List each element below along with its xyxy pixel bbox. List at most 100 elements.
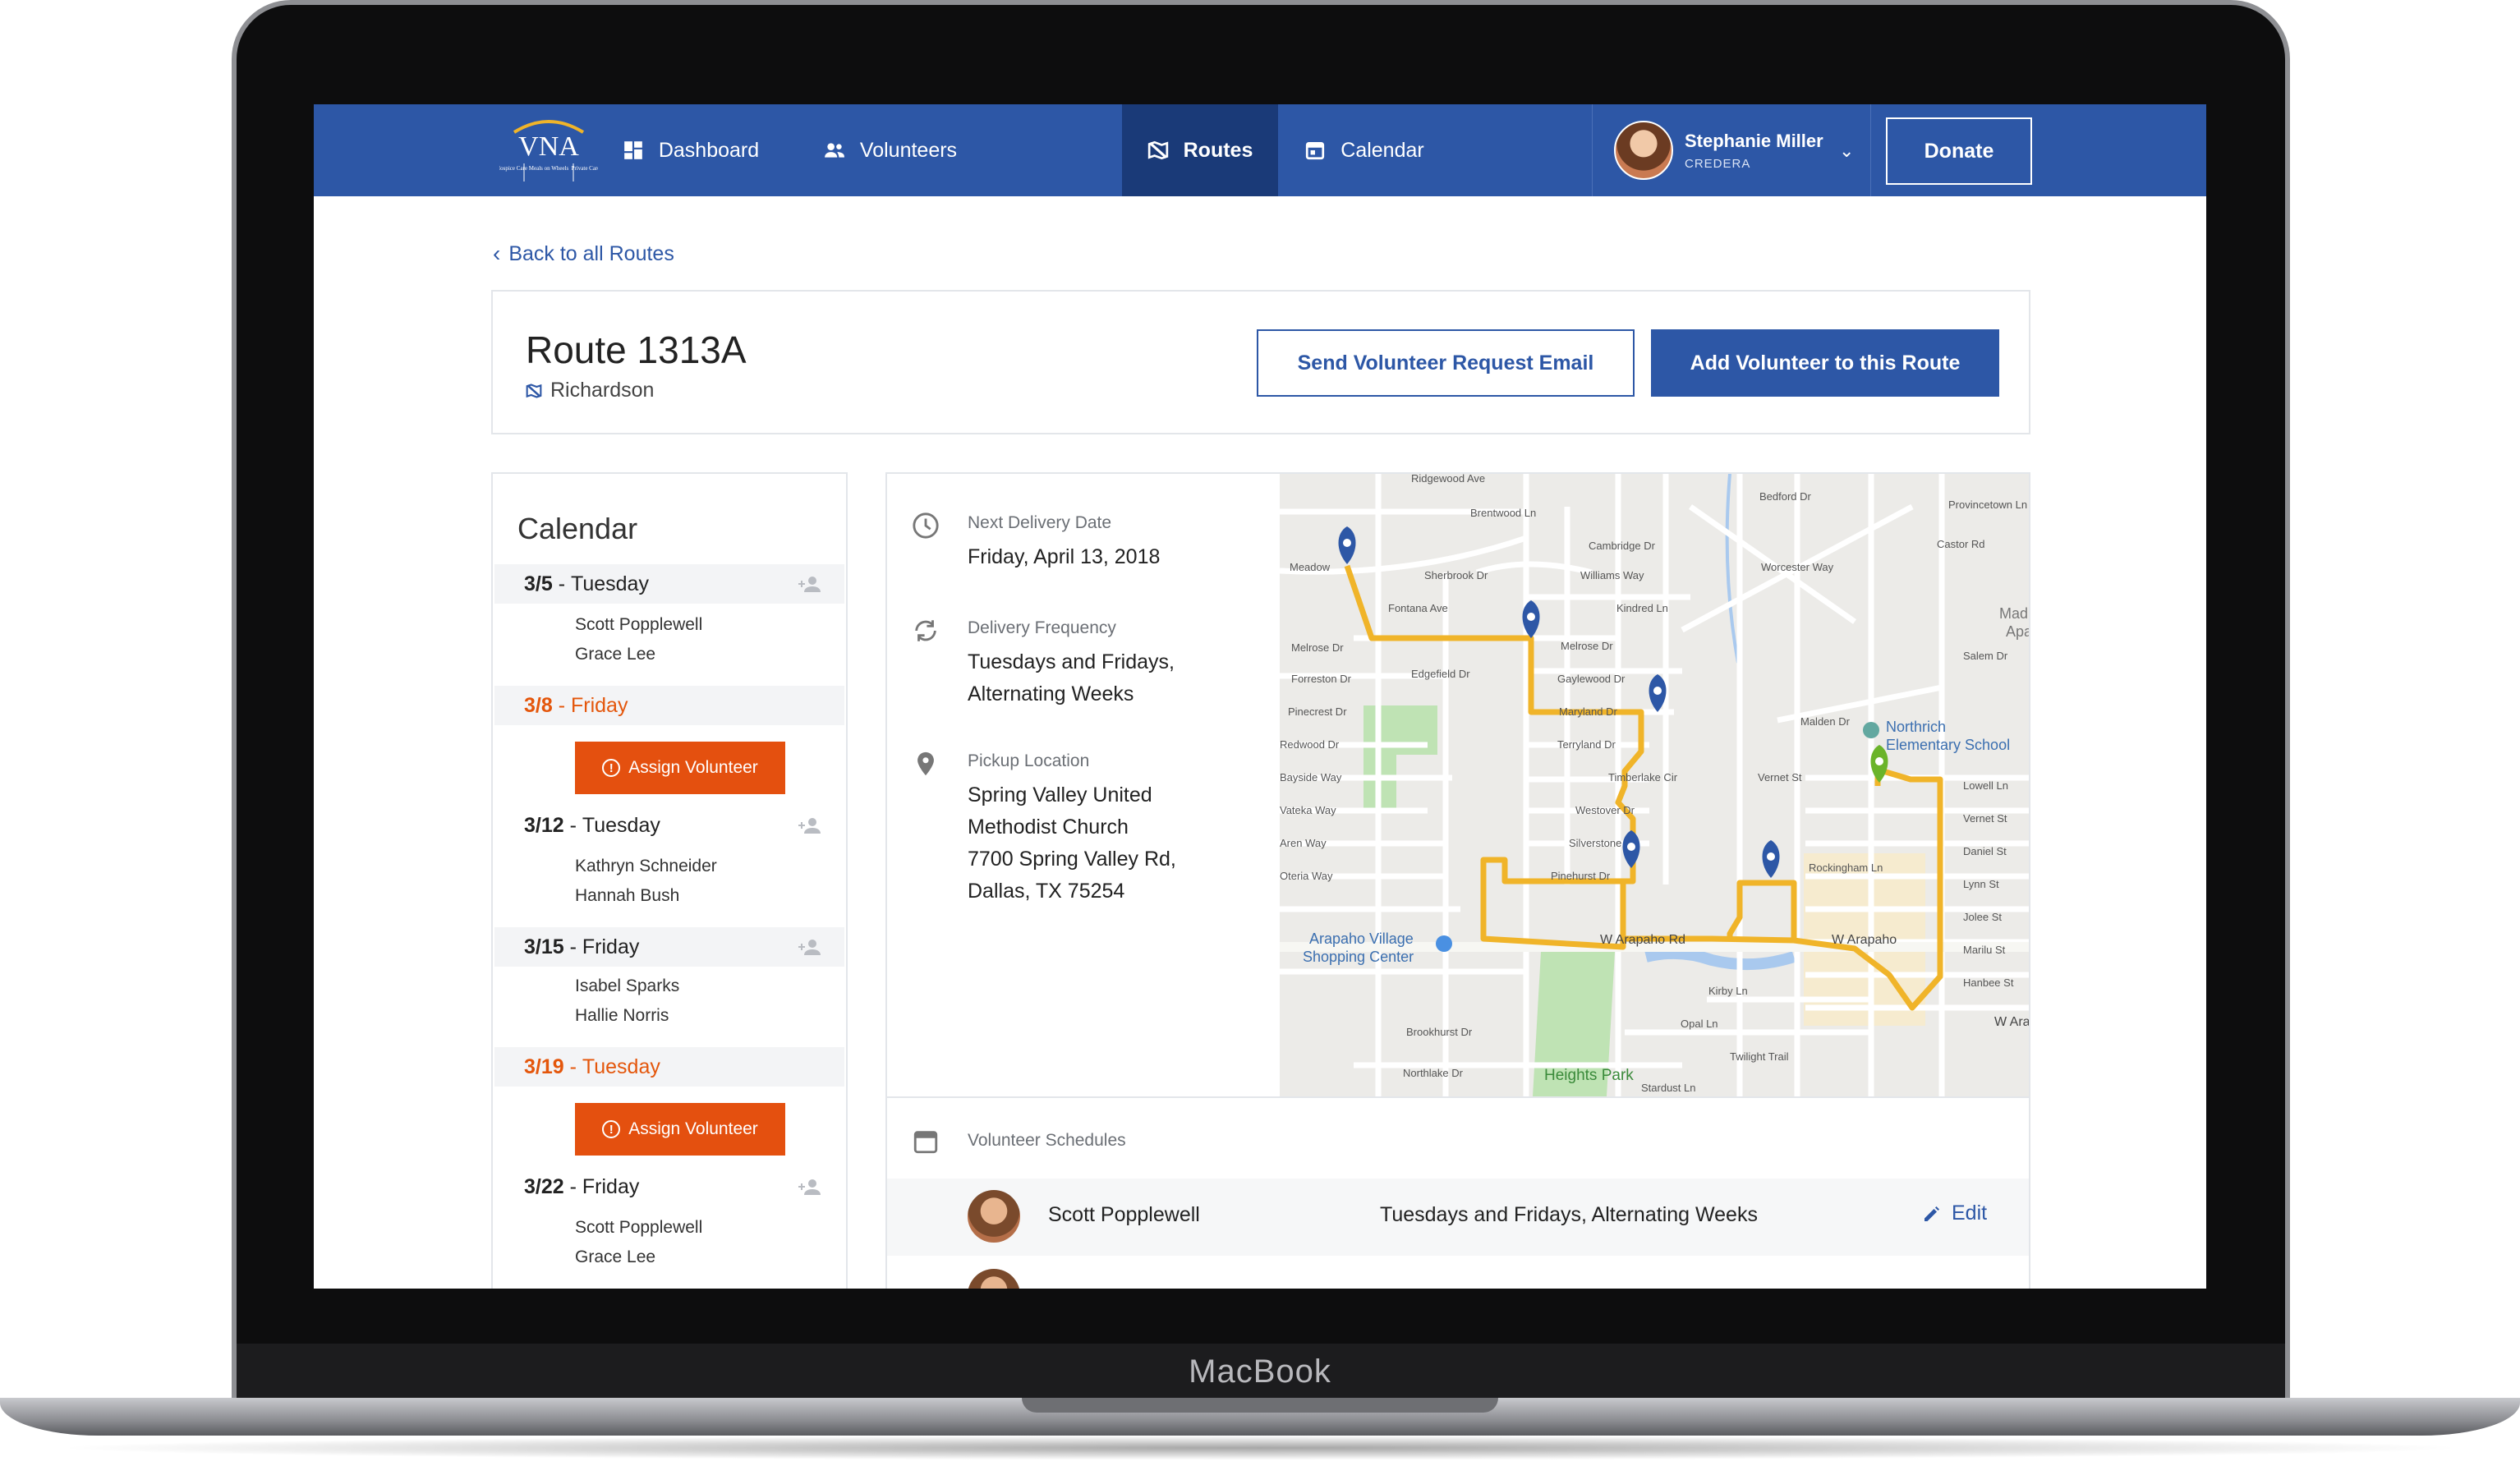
delivery-frequency-line: Tuesdays and Fridays, [968,650,1175,673]
poi-label: Arapaho Village [1309,930,1414,947]
user-avatar [1614,121,1673,180]
pickup-location-line: Methodist Church [968,816,1129,839]
dashboard-icon [624,141,642,159]
calendar-date-row-unassigned[interactable]: 3/8 - Friday [494,686,844,725]
user-name: Stephanie Miller [1685,131,1823,151]
street-label: Northlake Dr [1403,1067,1464,1079]
calendar-date: 3/19 [524,1055,564,1078]
assign-volunteer-label: Assign Volunteer [628,758,758,777]
nav-routes[interactable]: Routes [1122,104,1278,196]
laptop-shadow [49,1436,2471,1460]
street-label: Twilight Trail [1730,1050,1789,1063]
clock-icon [913,512,939,539]
calendar-panel: Calendar 3/5 - Tuesday Scott Popplewell … [491,472,848,1289]
calendar-date: 3/22 [524,1174,564,1198]
calendar-date: 3/15 [524,935,564,958]
calendar-volunteer-name: Scott Popplewell [575,615,703,634]
nav-dashboard-label: Dashboard [658,138,760,162]
vna-logo[interactable]: VNA Hospice Care Meals on Wheels Private… [496,114,600,188]
street-label: Malden Dr [1800,715,1851,728]
street-label: Rockingham Ln [1809,862,1883,874]
calendar-volunteer-name: Grace Lee [575,1248,656,1266]
map-icon [526,383,542,398]
calendar-volunteer-name: Hallie Norris [575,1006,669,1025]
street-label: Lynn St [1963,878,1999,890]
delivery-frequency-label: Delivery Frequency [968,618,1116,637]
assign-volunteer-button[interactable]: ! Assign Volunteer [575,742,785,794]
street-label: Bedford Dr [1759,490,1812,503]
calendar-date-row[interactable]: 3/5 - Tuesday [494,564,844,604]
donate-button[interactable]: Donate [1886,117,2032,185]
calendar-day: Friday [570,693,628,717]
nav-volunteers[interactable]: Volunteers [785,104,996,196]
route-area-label: Richardson [550,379,655,402]
next-delivery-label: Next Delivery Date [968,513,1112,532]
refresh-icon [915,620,936,641]
street-label: Ridgewood Ave [1411,474,1485,485]
street-label: Vernet St [1963,812,2007,825]
nav-calendar[interactable]: Calendar [1278,104,1451,196]
back-to-routes-link[interactable]: ‹ Back to all Routes [493,241,674,267]
street-label: Worcester Way [1761,561,1834,573]
people-icon [825,143,844,158]
pickup-location-line: Spring Valley United [968,783,1152,806]
nav-dashboard[interactable]: Dashboard [596,104,785,196]
nav-calendar-label: Calendar [1340,138,1424,162]
street-label: Hanbee St [1963,976,2014,989]
poi-icon [1863,722,1879,738]
street-label: Oteria Way [1280,870,1333,882]
calendar-day: Tuesday [582,813,660,837]
calendar-volunteer-name: Scott Popplewell [575,1218,703,1237]
calendar-day: Friday [582,1174,640,1198]
add-volunteer-to-route-button[interactable]: Add Volunteer to this Route [1651,329,1999,397]
calendar-date-row[interactable]: 3/15 - Friday [494,927,844,967]
volunteer-schedules-title: Volunteer Schedules [968,1131,1126,1150]
street-label: Brentwood Ln [1470,507,1536,519]
add-person-icon[interactable] [797,1177,821,1197]
street-label: Melrose Dr [1291,641,1344,654]
alert-icon: ! [602,1120,621,1138]
poi-icon [1436,935,1452,952]
schedule-volunteer-name: Scott Popplewell [1048,1203,1200,1226]
volunteer-schedule-row[interactable]: Scott Popplewell Tuesdays and Fridays, A… [887,1179,2029,1256]
calendar-date-row[interactable]: 3/22 - Friday [494,1167,844,1206]
send-volunteer-request-email-button[interactable]: Send Volunteer Request Email [1257,329,1635,397]
poi-label: Northrich [1886,719,1946,735]
calendar-date-row[interactable]: 3/12 - Tuesday [494,806,844,845]
calendar-date-row-unassigned[interactable]: 3/19 - Tuesday [494,1047,844,1087]
assign-volunteer-button[interactable]: ! Assign Volunteer [575,1103,785,1156]
street-label: Aren Way [1280,837,1327,849]
assign-volunteer-label: Assign Volunteer [628,1119,758,1138]
poi-label: Elementary School [1886,737,2010,753]
street-label: Pinehurst Dr [1551,870,1611,882]
street-label: Lowell Ln [1963,779,2008,792]
street-label: Stardust Ln [1641,1082,1696,1094]
add-person-icon[interactable] [797,937,821,957]
nav-routes-label: Routes [1183,138,1253,162]
calendar-day: Tuesday [570,572,649,595]
route-map-canvas[interactable]: Meadow Fontana Ave Edgefield Dr Melrose … [1280,474,2030,1096]
alert-icon: ! [602,759,621,777]
user-menu[interactable]: Stephanie Miller CREDERA ⌄ [1592,104,1871,196]
laptop-base-notch [1022,1398,1498,1413]
route-map[interactable]: Meadow Fontana Ave Edgefield Dr Melrose … [1280,474,2030,1096]
street-label: Silverstone [1569,837,1621,849]
street-label: Marilu St [1963,944,2006,956]
route-title: Route 1313A [526,329,747,371]
street-label: Castor Rd [1937,538,1985,550]
street-label: Kirby Ln [1708,985,1748,997]
calendar-day: Friday [582,935,640,958]
street-label: Provincetown Ln [1948,499,2027,511]
street-label: Timberlake Cir [1608,771,1678,783]
calendar-day: Tuesday [582,1055,660,1078]
street-label: Gaylewood Dr [1557,673,1626,685]
add-person-icon[interactable] [797,816,821,835]
park-label: Heights Park [1544,1067,1634,1084]
road-label: W Arapaho [1832,933,1897,947]
street-label: Edgefield Dr [1411,668,1470,680]
edit-schedule-button[interactable]: Edit [1922,1202,1987,1225]
street-label: Vateka Way [1280,804,1336,816]
calendar-volunteer-name: Hannah Bush [575,886,680,905]
pickup-location-line: 7700 Spring Valley Rd, [968,848,1176,871]
add-person-icon[interactable] [797,574,821,594]
